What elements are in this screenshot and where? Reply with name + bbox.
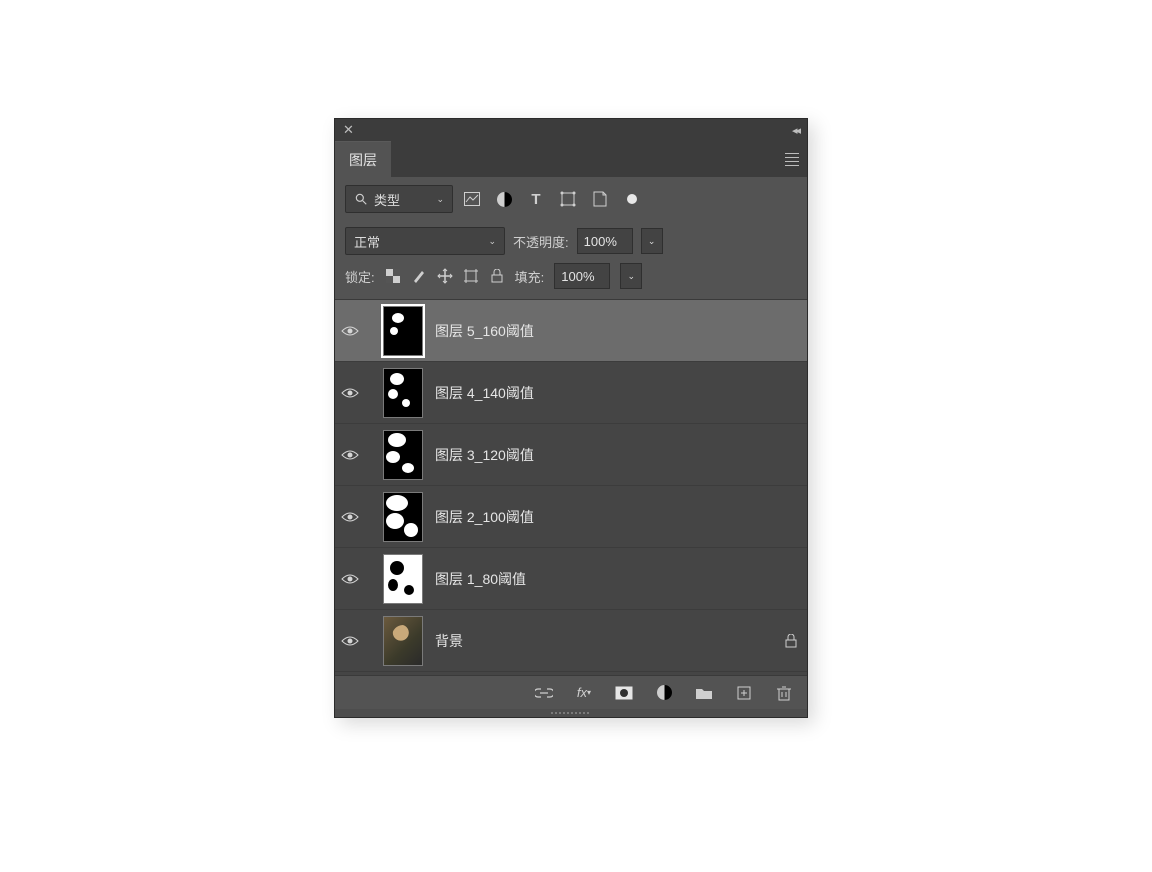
layer-name[interactable]: 图层 5_160阈值	[435, 321, 797, 341]
hamburger-icon	[785, 153, 799, 166]
filter-pixel-icon[interactable]	[463, 190, 481, 208]
chevron-down-icon: ⌄	[436, 194, 444, 205]
link-layers-icon[interactable]	[535, 684, 553, 702]
collapse-icon[interactable]: ◂◂	[792, 124, 799, 137]
fill-stepper[interactable]: ⌄	[620, 263, 642, 289]
filter-row: 类型 ⌄ T	[335, 177, 807, 221]
lock-transparency-icon[interactable]	[385, 268, 401, 284]
layer-thumbnail[interactable]	[383, 554, 423, 604]
layer-name[interactable]: 图层 2_100阈值	[435, 507, 797, 527]
layer-name[interactable]: 图层 1_80阈值	[435, 569, 797, 589]
adjustment-layer-icon[interactable]	[655, 684, 673, 702]
blend-row: 正常 ⌄ 不透明度: 100% ⌄	[335, 221, 807, 257]
tab-spacer	[391, 141, 777, 177]
chevron-down-icon: ⌄	[488, 236, 496, 247]
filter-toggle[interactable]	[627, 194, 637, 204]
lock-artboard-icon[interactable]	[463, 268, 479, 284]
filter-shape-icon[interactable]	[559, 190, 577, 208]
new-layer-icon[interactable]	[735, 684, 753, 702]
filter-smartobject-icon[interactable]	[591, 190, 609, 208]
lock-icon	[785, 634, 797, 648]
panel-tabs: 图层	[335, 141, 807, 177]
panel-header: ✕ ◂◂	[335, 119, 807, 141]
resize-grip[interactable]	[335, 709, 807, 717]
layer-row[interactable]: 图层 4_140阈值	[335, 362, 807, 424]
filter-type-icon[interactable]: T	[527, 190, 545, 208]
layer-name[interactable]: 背景	[435, 631, 773, 651]
search-icon	[354, 192, 368, 206]
layer-thumbnail[interactable]	[383, 492, 423, 542]
opacity-stepper[interactable]: ⌄	[641, 228, 663, 254]
blend-mode-dropdown[interactable]: 正常 ⌄	[345, 227, 505, 255]
layer-name[interactable]: 图层 4_140阈值	[435, 383, 797, 403]
layer-name[interactable]: 图层 3_120阈值	[435, 445, 797, 465]
blend-mode-label: 正常	[354, 232, 380, 251]
opacity-value[interactable]: 100%	[577, 228, 633, 254]
layer-mask-icon[interactable]	[615, 684, 633, 702]
layer-thumbnail[interactable]	[383, 430, 423, 480]
layer-row[interactable]: 图层 5_160阈值	[335, 300, 807, 362]
filter-icons: T	[463, 190, 637, 208]
layer-row[interactable]: 图层 2_100阈值	[335, 486, 807, 548]
visibility-toggle[interactable]	[341, 635, 371, 647]
opacity-label: 不透明度:	[513, 232, 569, 251]
layers-panel: ✕ ◂◂ 图层 类型 ⌄ T	[334, 118, 808, 718]
panel-menu-button[interactable]	[777, 141, 807, 177]
close-icon[interactable]: ✕	[343, 122, 354, 138]
fill-value[interactable]: 100%	[554, 263, 610, 289]
visibility-toggle[interactable]	[341, 387, 371, 399]
filter-adjustment-icon[interactable]	[495, 190, 513, 208]
visibility-toggle[interactable]	[341, 573, 371, 585]
layer-row[interactable]: 图层 3_120阈值	[335, 424, 807, 486]
lock-position-icon[interactable]	[437, 268, 453, 284]
layer-row[interactable]: 背景	[335, 610, 807, 672]
lock-label: 锁定:	[345, 267, 375, 286]
tab-layers[interactable]: 图层	[335, 141, 391, 177]
visibility-toggle[interactable]	[341, 511, 371, 523]
fill-label: 填充:	[515, 267, 545, 286]
layer-row[interactable]: 图层 1_80阈值	[335, 548, 807, 610]
layer-thumbnail[interactable]	[383, 306, 423, 356]
visibility-toggle[interactable]	[341, 449, 371, 461]
lock-all-icon[interactable]	[489, 268, 505, 284]
layer-fx-icon[interactable]: fx▾	[575, 684, 593, 702]
layer-group-icon[interactable]	[695, 684, 713, 702]
filter-kind-dropdown[interactable]: 类型 ⌄	[345, 185, 453, 213]
layer-thumbnail[interactable]	[383, 368, 423, 418]
lock-pixels-icon[interactable]	[411, 268, 427, 284]
filter-kind-label: 类型	[374, 190, 400, 209]
layer-thumbnail[interactable]	[383, 616, 423, 666]
lock-row: 锁定: 填充: 100% ⌄	[335, 257, 807, 299]
visibility-toggle[interactable]	[341, 325, 371, 337]
delete-layer-icon[interactable]	[775, 684, 793, 702]
panel-footer: fx▾	[335, 675, 807, 709]
layer-list: 图层 5_160阈值图层 4_140阈值图层 3_120阈值图层 2_100阈值…	[335, 299, 807, 675]
